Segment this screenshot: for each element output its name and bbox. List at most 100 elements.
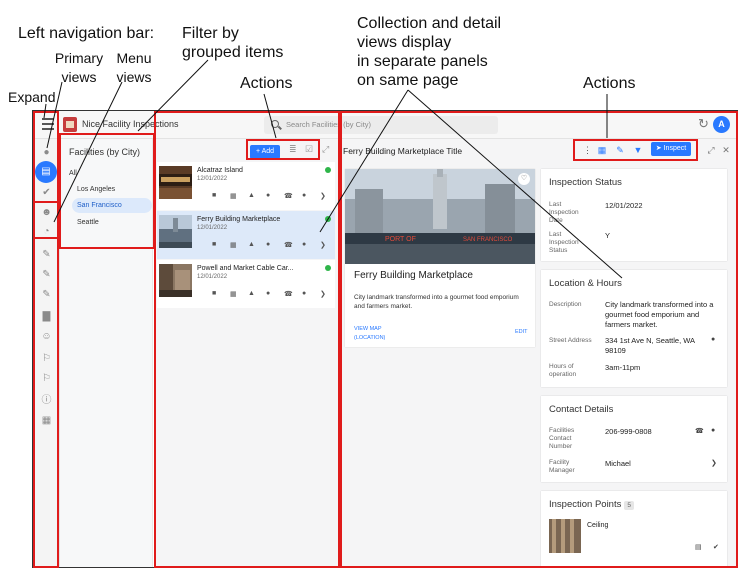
chat-icon[interactable]: ● <box>302 192 306 199</box>
facility-manager-label: Facility Manager <box>549 459 575 474</box>
inspect-button[interactable]: ➤ Inspect <box>651 142 691 156</box>
annotation-collection-detail: Collection and detail views display in s… <box>357 15 502 89</box>
search-input[interactable]: Search Facilities (by City) <box>264 116 498 134</box>
inspection-point-name: Ceiling <box>587 522 609 529</box>
calendar-icon[interactable]: ▦ <box>230 192 237 200</box>
edit-link[interactable]: EDIT <box>515 329 528 335</box>
hours-value: 3am-11pm <box>605 363 641 372</box>
info-icon[interactable]: ⓘ <box>39 393 54 408</box>
chevron-right-icon[interactable]: ❯ <box>320 241 326 249</box>
street-address-value: 334 1st Ave N, Seattle, WA 98109 <box>605 336 695 355</box>
view-map-link[interactable]: VIEW MAP (LOCATION) <box>354 325 385 343</box>
location-icon[interactable]: ● <box>266 192 270 199</box>
filter-panel: Facilities (by City) All Los Angeles San… <box>60 139 153 567</box>
list-item-title: Ferry Building Marketplace <box>197 216 281 223</box>
close-icon[interactable]: ✕ <box>720 142 732 158</box>
chat-icon[interactable]: ● <box>302 241 306 248</box>
phone-icon[interactable]: ☎ <box>284 290 293 298</box>
last-inspection-date-label: Last Inspection Date <box>549 201 579 224</box>
phone-icon[interactable]: ☎ <box>695 427 704 435</box>
filter-item-san-francisco[interactable]: San Francisco <box>72 198 152 213</box>
edit-icon[interactable]: ✎ <box>613 142 627 158</box>
phone-icon[interactable]: ☎ <box>284 192 293 200</box>
location-icon[interactable]: ● <box>266 241 270 248</box>
avatar[interactable]: A <box>713 116 730 133</box>
ceiling-thumbnail <box>549 519 581 553</box>
facility-manager-value: Michael <box>605 459 631 468</box>
sign-port-of: PORT OF <box>385 236 416 243</box>
list-item-actions: ■ ▦ ▲ ● ☎ ● ❯ <box>212 241 337 251</box>
calendar-icon[interactable]: ▦ <box>230 290 237 298</box>
favorite-icon[interactable]: ♡ <box>518 173 530 185</box>
location-icon[interactable]: ● <box>711 336 715 343</box>
hamburger-menu-icon[interactable] <box>42 118 54 130</box>
chevron-right-icon[interactable]: ❯ <box>320 290 326 298</box>
trash-icon[interactable]: ■ <box>212 241 216 248</box>
inspect-label: Inspect <box>663 145 687 152</box>
chevron-right-icon[interactable]: ❯ <box>711 459 717 467</box>
pin-icon[interactable]: ⚐ <box>39 351 54 366</box>
thumbs-up-icon[interactable]: ▲ <box>248 290 255 297</box>
trash-icon[interactable]: ■ <box>212 290 216 297</box>
facility-name: Ferry Building Marketplace <box>354 270 473 281</box>
refresh-icon[interactable]: ↻ <box>698 116 709 132</box>
filter-item-seattle[interactable]: Seattle <box>72 215 152 230</box>
chat-icon[interactable]: ● <box>302 290 306 297</box>
thumbs-up-icon[interactable]: ▲ <box>248 192 255 199</box>
list-item[interactable]: Alcatraz Island 12/01/2022 ■ ▦ ▲ ● ☎ ● ❯ <box>157 162 335 210</box>
people-icon[interactable]: ☻ <box>39 205 54 220</box>
thumbs-down-icon[interactable]: ▼ <box>631 142 645 158</box>
list-item[interactable]: Ferry Building Marketplace 12/01/2022 ■ … <box>157 211 335 259</box>
annotation-primary-views: Primary views <box>54 50 104 85</box>
add-button[interactable]: + Add <box>250 145 280 159</box>
sign-san-francisco: SAN FRANCISCO <box>463 237 513 243</box>
list-item-title: Alcatraz Island <box>197 167 243 174</box>
check-list-icon[interactable]: ✔ <box>39 185 54 200</box>
detail-title: Ferry Building Marketplace Title <box>343 146 463 156</box>
chart-icon[interactable]: ▇ <box>39 309 54 324</box>
filter-item-all[interactable]: All <box>69 166 149 181</box>
facility-photo: PORT OF SAN FRANCISCO <box>345 169 535 264</box>
app-title: Nice Facility Inspections <box>82 119 179 129</box>
expand-icon[interactable]: ⤢ <box>705 142 717 158</box>
expand-icon[interactable]: ⤢ <box>322 144 329 155</box>
group-icon[interactable]: ☺ <box>39 329 54 344</box>
gauge-icon[interactable]: ◔ <box>39 224 54 239</box>
more-options-icon[interactable]: ⋮ <box>583 142 592 158</box>
location-icon[interactable]: ● <box>266 290 270 297</box>
filter-item-los-angeles[interactable]: Los Angeles <box>72 182 152 197</box>
inspection-points-heading: Inspection Points 5 <box>549 499 634 510</box>
select-all-icon[interactable]: ☑ <box>305 144 313 155</box>
collection-panel: + Add ≣ ☑ ⤢ Alcatraz Island 12/01/2022 ■… <box>154 139 339 567</box>
location-icon[interactable]: ● <box>39 145 54 160</box>
edit-icon[interactable]: ✎ <box>39 267 54 282</box>
chat-icon[interactable]: ● <box>711 427 715 434</box>
search-placeholder: Search Facilities (by City) <box>286 120 372 129</box>
chevron-right-icon[interactable]: ❯ <box>320 192 326 200</box>
facility-thumbnail <box>159 264 192 297</box>
thumbs-up-icon[interactable]: ▲ <box>248 241 255 248</box>
description-label: Description <box>549 301 582 308</box>
top-bar: Nice Facility Inspections Search Facilit… <box>33 111 737 139</box>
check-icon[interactable]: ✔ <box>713 543 719 551</box>
phone-icon[interactable]: ☎ <box>284 241 293 249</box>
grid-icon[interactable]: ▦ <box>39 413 54 428</box>
annotation-menu-views: Menu views <box>116 50 152 85</box>
list-item-actions: ■ ▦ ▲ ● ☎ ● ❯ <box>212 290 337 300</box>
clipboard-icon[interactable]: ▤ <box>35 161 57 183</box>
map-icon[interactable]: ▤ <box>695 543 702 551</box>
pin-icon[interactable]: ⚐ <box>39 371 54 386</box>
calendar-icon[interactable]: ▦ <box>230 241 237 249</box>
list-item[interactable]: Powell and Market Cable Car... 12/01/202… <box>157 260 335 308</box>
list-item-title: Powell and Market Cable Car... <box>197 265 294 272</box>
filter-heading: Facilities (by City) <box>69 147 141 157</box>
status-ok-icon <box>325 167 331 173</box>
edit-icon[interactable]: ✎ <box>39 287 54 302</box>
facility-description: City landmark transformed into a gourmet… <box>354 294 519 310</box>
filter-icon[interactable]: ≣ <box>289 144 297 155</box>
hours-label: Hours of operation <box>549 363 577 378</box>
calendar-icon[interactable]: ▦ <box>595 142 609 158</box>
edit-icon[interactable]: ✎ <box>39 247 54 262</box>
trash-icon[interactable]: ■ <box>212 192 216 199</box>
last-inspection-date-value: 12/01/2022 <box>605 201 643 210</box>
